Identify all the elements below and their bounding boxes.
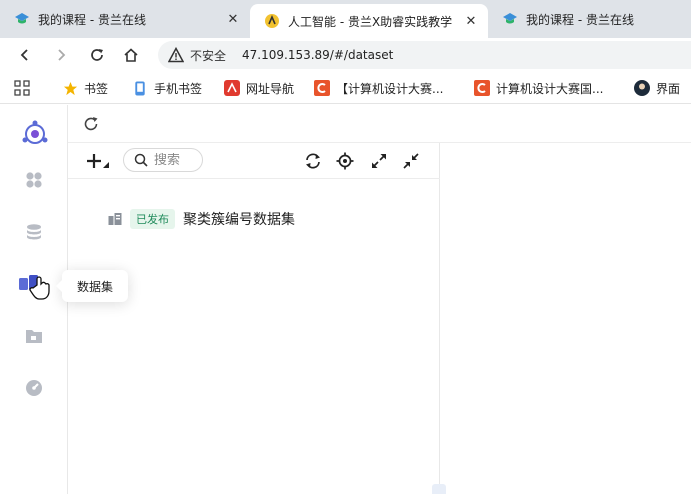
navigation-bar: 不安全 47.109.153.89/#/dataset	[0, 38, 691, 72]
folder-icon	[26, 330, 42, 343]
add-button[interactable]	[86, 151, 110, 171]
dataset-icon	[19, 275, 50, 300]
close-icon[interactable]: ✕	[462, 14, 480, 29]
bookmark-item[interactable]: 计算机设计大赛国...	[474, 78, 603, 98]
bookmark-item[interactable]: 手机书签	[132, 78, 202, 98]
apps-grid-icon	[14, 80, 30, 96]
reload-icon	[91, 49, 103, 61]
bookmark-label: 计算机设计大赛国...	[496, 81, 604, 96]
star-icon	[62, 80, 78, 96]
bookmark-label: 书签	[84, 81, 109, 96]
reload-button[interactable]	[84, 42, 110, 68]
bookmarks-bar: 书签 手机书签 网址导航 【计算机设计大赛... 计算机设计大赛国... 界面	[0, 72, 691, 104]
bookmark-item[interactable]: 书签	[62, 78, 108, 98]
home-button[interactable]	[118, 42, 144, 68]
gauge-icon	[26, 380, 42, 396]
tree-item-dataset[interactable]: 已发布 聚类簇编号数据集	[108, 207, 295, 231]
ai-logo-icon	[265, 14, 279, 28]
phone-icon	[132, 80, 148, 96]
browser-tab-3[interactable]: 我的课程 - 贵兰在线	[488, 4, 691, 34]
bookmark-item[interactable]: 网址导航	[224, 78, 294, 98]
forward-button[interactable]	[48, 42, 74, 68]
refresh-icon[interactable]	[82, 115, 100, 133]
avatar-icon	[634, 80, 650, 96]
home-icon	[124, 48, 138, 62]
app-content: 数据集 搜索 已发布 聚类簇编号数据集	[0, 105, 691, 494]
url-text[interactable]: 47.109.153.89/#/dataset	[242, 48, 393, 62]
tab-title: 我的课程 - 贵兰在线	[526, 12, 634, 27]
dataset-panel: 已发布 聚类簇编号数据集	[68, 143, 440, 494]
dataset-icon	[108, 213, 122, 225]
apps-shortcut[interactable]	[14, 78, 30, 98]
nav-logo-icon	[224, 80, 240, 96]
arrow-right-icon	[58, 49, 66, 61]
sidebar-item-dataset[interactable]	[14, 271, 52, 303]
collapse-icon[interactable]	[402, 152, 420, 170]
sidebar	[0, 105, 68, 494]
warning-icon	[168, 47, 184, 63]
bookmark-label: 手机书签	[154, 81, 203, 96]
search-icon	[134, 153, 148, 167]
graduation-cap-icon	[15, 13, 29, 24]
bookmark-label: 网址导航	[246, 81, 295, 96]
expand-icon[interactable]	[370, 152, 388, 170]
arrow-left-icon	[20, 49, 28, 61]
browser-tab-1[interactable]: 我的课程 - 贵兰在线 ✕	[0, 4, 250, 34]
tab-title: 人工智能 - 贵兰X助睿实践教学	[288, 14, 453, 29]
sidebar-item-folder[interactable]	[21, 323, 47, 349]
bookmark-label: 【计算机设计大赛...	[336, 81, 444, 96]
search-input[interactable]	[154, 152, 200, 168]
sidebar-item-database[interactable]	[21, 219, 47, 245]
bookmark-item[interactable]: 【计算机设计大赛...	[314, 78, 443, 98]
close-icon[interactable]: ✕	[224, 12, 242, 27]
browser-window: 我的课程 - 贵兰在线 ✕ 人工智能 - 贵兰X助睿实践教学 ✕ 我的课程 - …	[0, 0, 691, 494]
address-bar[interactable]: 不安全 47.109.153.89/#/dataset	[158, 41, 691, 69]
search-field[interactable]	[123, 148, 203, 172]
tab-title: 我的课程 - 贵兰在线	[38, 12, 146, 27]
sidebar-item-apps[interactable]	[21, 167, 47, 193]
back-button[interactable]	[12, 42, 38, 68]
database-icon	[27, 224, 41, 240]
graduation-cap-icon	[503, 13, 517, 24]
panel-resize-handle[interactable]	[432, 484, 446, 494]
dataset-name[interactable]: 聚类簇编号数据集	[183, 209, 295, 229]
app-topbar	[68, 105, 691, 143]
c-logo-icon	[474, 80, 490, 96]
bookmark-label: 界面	[656, 81, 681, 96]
c-logo-icon	[314, 80, 330, 96]
app-logo-icon	[22, 120, 48, 144]
grid-icon	[26, 172, 42, 188]
security-label: 不安全	[190, 48, 227, 63]
tab-strip: 我的课程 - 贵兰在线 ✕ 人工智能 - 贵兰X助睿实践教学 ✕ 我的课程 - …	[0, 0, 691, 38]
sync-icon[interactable]	[304, 152, 322, 170]
browser-tab-2[interactable]: 人工智能 - 贵兰X助睿实践教学 ✕	[250, 4, 488, 38]
status-badge: 已发布	[130, 209, 175, 229]
sidebar-item-dashboard[interactable]	[21, 375, 47, 401]
bookmark-item[interactable]: 界面	[634, 78, 680, 98]
locate-icon[interactable]	[336, 152, 354, 170]
panel-toolbar	[68, 143, 440, 179]
